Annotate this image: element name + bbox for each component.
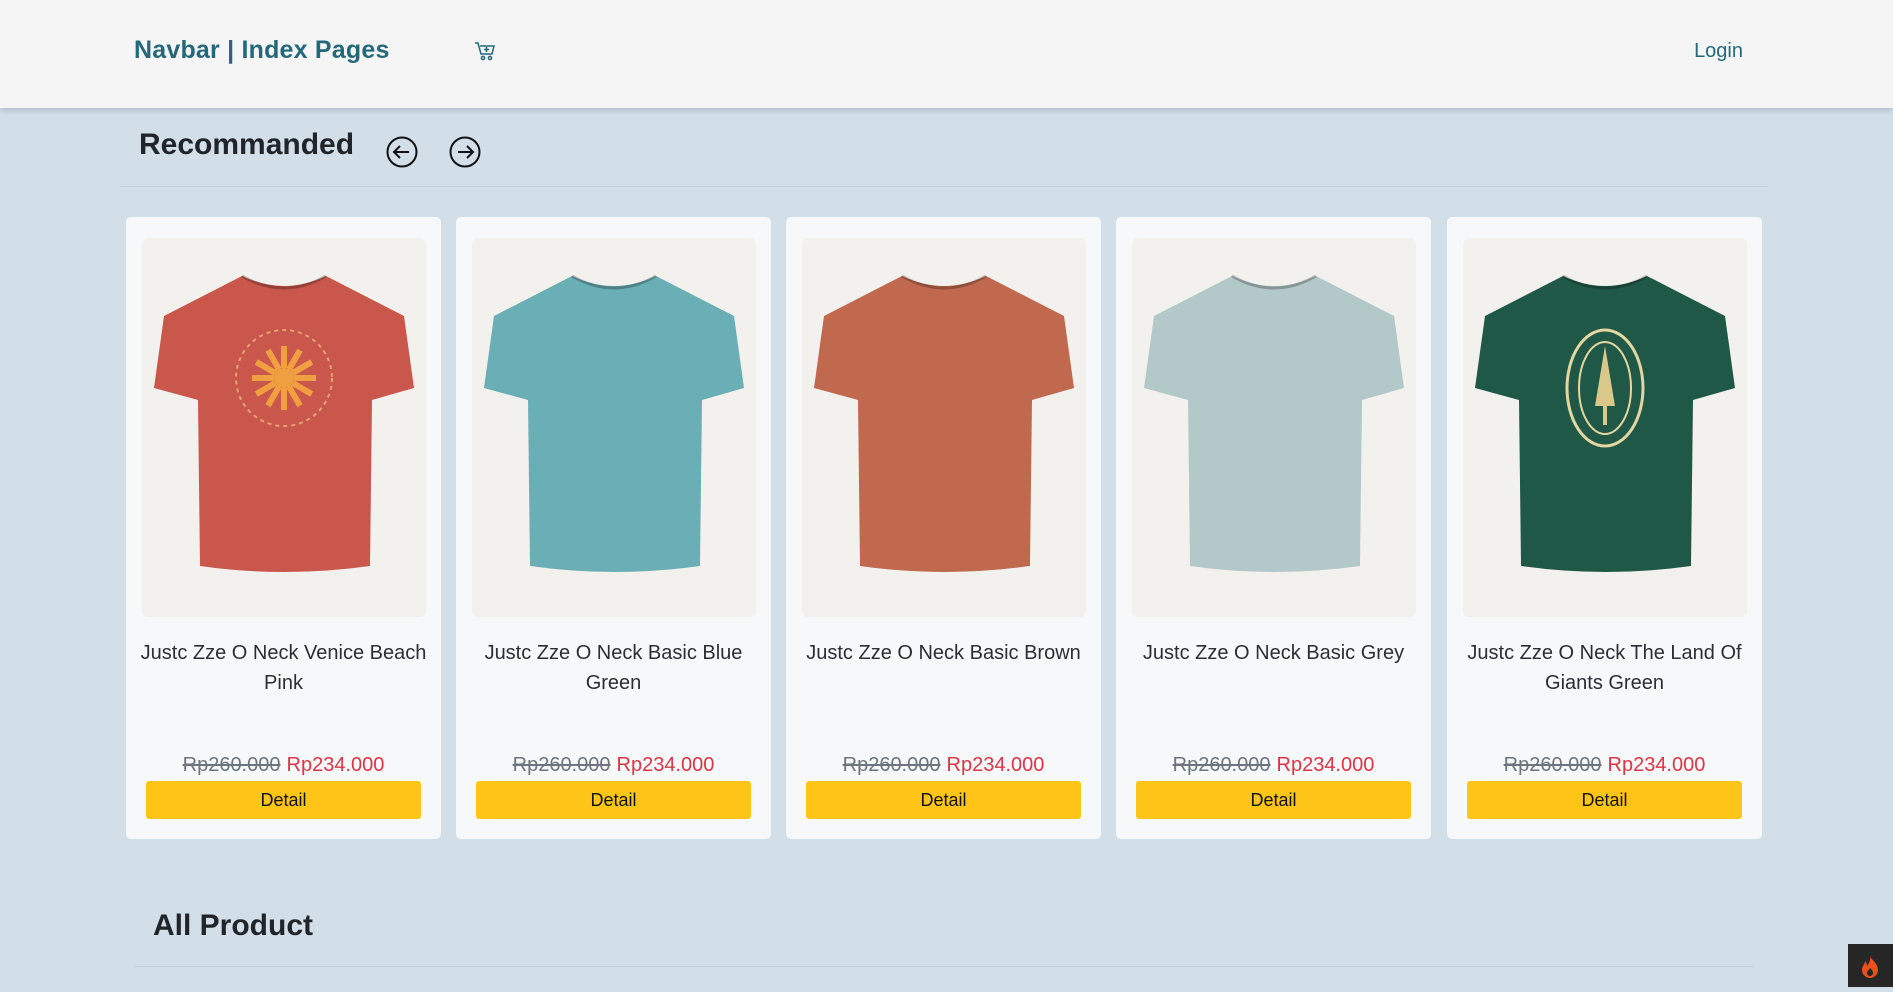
product-name[interactable]: Justc Zze O Neck Venice Beach Pink: [136, 638, 431, 698]
original-price: Rp260.000: [512, 754, 611, 776]
navbar: Navbar | Index Pages Login: [0, 0, 1893, 108]
product-name[interactable]: Justc Zze O Neck Basic Grey: [1126, 638, 1421, 668]
sale-price: Rp234.000: [616, 754, 715, 776]
original-price: Rp260.000: [182, 754, 281, 776]
detail-button[interactable]: Detail: [806, 781, 1081, 819]
sale-price: Rp234.000: [946, 754, 1045, 776]
login-link[interactable]: Login: [1694, 40, 1743, 63]
product-image[interactable]: [1132, 238, 1416, 617]
tshirt-shape: [154, 276, 414, 572]
product-image[interactable]: [472, 238, 756, 617]
sale-price: Rp234.000: [1607, 754, 1706, 776]
product-price: Rp260.000 Rp234.000: [1116, 754, 1431, 777]
navbar-brand[interactable]: Navbar | Index Pages: [134, 36, 390, 65]
sale-price: Rp234.000: [286, 754, 385, 776]
tshirt-shape: [1144, 276, 1404, 572]
original-price: Rp260.000: [1172, 754, 1271, 776]
all-products-title: All Product: [153, 909, 314, 942]
product-card: Justc Zze O Neck Basic Grey Rp260.000 Rp2…: [1116, 217, 1431, 839]
arrow-right-circle-icon[interactable]: [449, 136, 481, 168]
product-name[interactable]: Justc Zze O Neck Basic Brown: [796, 638, 1091, 668]
product-card: Justc Zze O Neck Basic Brown Rp260.000 Rp…: [786, 217, 1101, 839]
product-image[interactable]: [802, 238, 1086, 617]
recommended-title: Recommanded: [139, 128, 355, 161]
tshirt-shape: [814, 276, 1074, 572]
detail-button[interactable]: Detail: [146, 781, 421, 819]
product-price: Rp260.000 Rp234.000: [456, 754, 771, 777]
debug-toolbar-badge[interactable]: [1848, 944, 1893, 987]
tshirt-shape: [484, 276, 744, 572]
product-card: Justc Zze O Neck The Land Of Giants Gree…: [1447, 217, 1762, 839]
product-card: Justc Zze O Neck Basic Blue Green Rp260.…: [456, 217, 771, 839]
product-price: Rp260.000 Rp234.000: [786, 754, 1101, 777]
detail-button[interactable]: Detail: [1136, 781, 1411, 819]
detail-button[interactable]: Detail: [476, 781, 751, 819]
original-price: Rp260.000: [842, 754, 941, 776]
divider: [135, 966, 1753, 967]
original-price: Rp260.000: [1503, 754, 1602, 776]
product-name[interactable]: Justc Zze O Neck The Land Of Giants Gree…: [1457, 638, 1752, 698]
detail-button[interactable]: Detail: [1467, 781, 1742, 819]
product-image[interactable]: [1463, 238, 1747, 617]
arrow-left-circle-icon[interactable]: [386, 136, 418, 168]
product-image[interactable]: [142, 238, 426, 617]
product-card: Justc Zze O Neck Venice Beach Pink Rp260…: [126, 217, 441, 839]
product-name[interactable]: Justc Zze O Neck Basic Blue Green: [466, 638, 761, 698]
product-price: Rp260.000 Rp234.000: [126, 754, 441, 777]
sale-price: Rp234.000: [1276, 754, 1375, 776]
flame-icon: [1862, 956, 1878, 978]
divider: [120, 186, 1768, 187]
cart-plus-icon[interactable]: [474, 40, 496, 62]
product-price: Rp260.000 Rp234.000: [1447, 754, 1762, 777]
